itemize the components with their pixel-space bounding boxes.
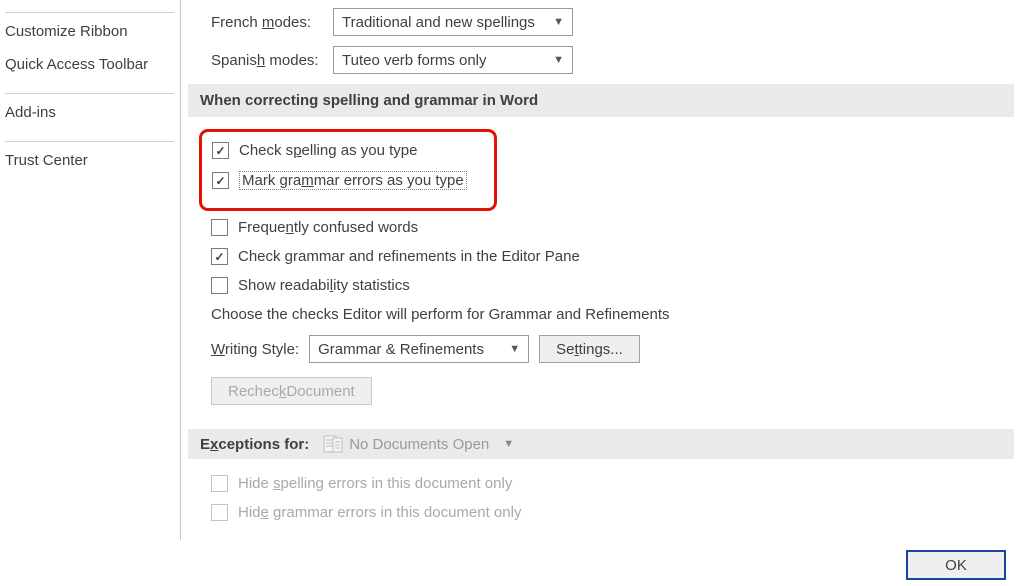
checkbox-icon: [211, 475, 228, 492]
settings-button[interactable]: Settings...: [539, 335, 640, 363]
check-hide-grammar-errors: Hide grammar errors in this document onl…: [211, 504, 1024, 521]
dialog-footer: OK: [906, 550, 1006, 580]
chevron-down-icon: ▼: [553, 16, 564, 28]
highlight-box: Check spelling as you type Mark grammar …: [199, 129, 497, 211]
check-mark-grammar-as-you-type[interactable]: Mark grammar errors as you type: [212, 171, 482, 190]
checkbox-icon: [211, 219, 228, 236]
proofing-options: Check spelling as you type Mark grammar …: [193, 117, 1024, 415]
sidebar: Customize Ribbon Quick Access Toolbar Ad…: [0, 0, 181, 540]
checkbox-icon: [211, 277, 228, 294]
chevron-down-icon: ▼: [553, 54, 564, 66]
spanish-modes-label: Spanish modes:: [193, 52, 333, 69]
exceptions-heading-strip: Exceptions for: No Documents Open ▼: [188, 429, 1014, 459]
choose-checks-text: Choose the checks Editor will perform fo…: [211, 306, 1024, 323]
sidebar-item-trust-center[interactable]: Trust Center: [3, 144, 180, 177]
sidebar-item-customize-ribbon[interactable]: Customize Ribbon: [3, 15, 180, 48]
check-grammar-refinements[interactable]: Check grammar and refinements in the Edi…: [211, 248, 1024, 265]
sidebar-item-quick-access-toolbar[interactable]: Quick Access Toolbar: [3, 48, 180, 81]
exceptions-doc-value: No Documents Open: [349, 436, 489, 453]
sidebar-divider: [5, 93, 174, 94]
check-label: Check spelling as you type: [239, 142, 417, 159]
check-label: Hide grammar errors in this document onl…: [238, 504, 521, 521]
chevron-down-icon: ▼: [509, 343, 520, 355]
proofing-section-heading: When correcting spelling and grammar in …: [188, 84, 1014, 117]
check-label: Check grammar and refinements in the Edi…: [238, 248, 580, 265]
writing-style-value: Grammar & Refinements: [318, 341, 484, 358]
exceptions-heading: Exceptions for:: [200, 436, 309, 453]
exceptions-document-dropdown[interactable]: No Documents Open ▼: [323, 435, 514, 453]
spanish-modes-value: Tuteo verb forms only: [342, 52, 487, 69]
document-icon: [323, 435, 343, 453]
check-hide-spelling-errors: Hide spelling errors in this document on…: [211, 475, 1024, 492]
main-panel: French modes: Traditional and new spelli…: [181, 0, 1024, 586]
ok-button[interactable]: OK: [906, 550, 1006, 580]
checkbox-icon: [211, 504, 228, 521]
checkbox-icon: [212, 172, 229, 189]
writing-style-label: Writing Style:: [211, 341, 299, 358]
sidebar-divider: [5, 12, 174, 13]
spanish-modes-dropdown[interactable]: Tuteo verb forms only ▼: [333, 46, 573, 74]
sidebar-divider: [5, 141, 174, 142]
writing-style-dropdown[interactable]: Grammar & Refinements ▼: [309, 335, 529, 363]
french-modes-label: French modes:: [193, 14, 333, 31]
chevron-down-icon: ▼: [503, 438, 514, 450]
check-spelling-as-you-type[interactable]: Check spelling as you type: [212, 142, 482, 159]
check-frequently-confused[interactable]: Frequently confused words: [211, 219, 1024, 236]
check-label: Hide spelling errors in this document on…: [238, 475, 512, 492]
french-modes-dropdown[interactable]: Traditional and new spellings ▼: [333, 8, 573, 36]
exceptions-options: Hide spelling errors in this document on…: [193, 459, 1024, 521]
checkbox-icon: [211, 248, 228, 265]
check-label: Show readability statistics: [238, 277, 410, 294]
check-readability[interactable]: Show readability statistics: [211, 277, 1024, 294]
check-label: Frequently confused words: [238, 219, 418, 236]
french-modes-value: Traditional and new spellings: [342, 14, 535, 31]
check-label: Mark grammar errors as you type: [239, 171, 467, 190]
sidebar-item-add-ins[interactable]: Add-ins: [3, 96, 180, 129]
recheck-document-button: Recheck Document: [211, 377, 372, 405]
checkbox-icon: [212, 142, 229, 159]
